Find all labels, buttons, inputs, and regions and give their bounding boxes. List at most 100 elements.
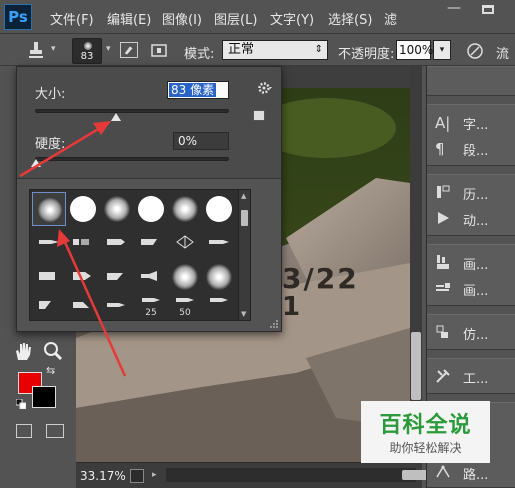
clone-stamp-tool-icon[interactable]: [26, 40, 46, 60]
updown-chevron-icon: ⇕: [314, 44, 323, 55]
brush-tip-icon: [73, 239, 89, 245]
zoom-level[interactable]: 33.17%: [80, 469, 126, 483]
brush-preset-tip[interactable]: [100, 226, 134, 260]
status-bar: 33.17% ▸: [76, 462, 440, 488]
brush-panel-icon: [437, 255, 449, 269]
panel-actions[interactable]: 动...: [427, 207, 515, 229]
pressure-opacity-icon[interactable]: [465, 41, 485, 61]
brush-size-label: 50: [179, 308, 191, 318]
scroll-down-icon[interactable]: ▼: [241, 310, 246, 318]
background-color-swatch[interactable]: [32, 386, 56, 408]
brush-preset-soft-round[interactable]: [32, 192, 66, 226]
preset-grid-scrollbar[interactable]: ▲ ▼: [239, 189, 251, 321]
gear-icon[interactable]: [257, 80, 273, 96]
brush-tip-icon: [39, 272, 55, 280]
brush-tip-icon: [107, 273, 123, 280]
swap-colors-icon[interactable]: ⇆: [46, 364, 55, 377]
brush-preset-soft-round-2[interactable]: [100, 192, 134, 226]
watermark-logo: 百科全说 助你轻松解决: [361, 401, 490, 463]
toggle-clone-source-panel-icon[interactable]: [150, 42, 168, 58]
menu-image[interactable]: 图像(I): [162, 9, 202, 28]
maximize-button[interactable]: [474, 0, 502, 20]
brush-preset-tip[interactable]: [66, 294, 100, 320]
vertical-scroll-thumb[interactable]: [411, 332, 421, 400]
soft-round-brush-swatch: [206, 264, 232, 290]
horizontal-scrollbar[interactable]: [166, 468, 440, 482]
brush-preset-tip[interactable]: [202, 226, 236, 260]
panel-paragraph[interactable]: ¶ 段...: [427, 137, 515, 159]
menu-select[interactable]: 选择(S): [328, 9, 372, 28]
brush-tip-icon: [73, 272, 91, 280]
blend-mode-select[interactable]: 正常 ⇕: [222, 40, 328, 60]
opacity-input[interactable]: 100%: [396, 40, 433, 60]
panel-brush[interactable]: 画...: [427, 251, 515, 273]
size-slider-track[interactable]: [35, 109, 229, 113]
brush-preset-soft-round-5[interactable]: [202, 260, 236, 294]
size-input[interactable]: 83 像素: [167, 81, 229, 99]
dock-group-tools: 工...: [427, 358, 515, 394]
brush-preset-tip[interactable]: [100, 260, 134, 294]
brush-preset-tip[interactable]: [202, 294, 236, 320]
brush-preset-tip[interactable]: [66, 260, 100, 294]
menu-file[interactable]: 文件(F): [50, 9, 94, 28]
watermark-title: 百科全说: [379, 413, 472, 438]
hardness-slider-track[interactable]: [35, 157, 229, 161]
brush-preset-tip[interactable]: [32, 294, 66, 320]
tool-preset-dropdown-icon[interactable]: ▾: [51, 44, 56, 54]
document-info-icon[interactable]: [130, 469, 144, 483]
size-slider-thumb[interactable]: [111, 113, 122, 121]
brush-preset-tip[interactable]: [100, 294, 134, 320]
hard-round-brush-swatch: [70, 196, 96, 222]
panel-clone-source[interactable]: 仿...: [427, 321, 515, 343]
opacity-dropdown-button[interactable]: ▾: [433, 40, 451, 60]
new-preset-icon[interactable]: [253, 110, 265, 121]
default-colors-icon[interactable]: [16, 399, 26, 409]
panel-paths[interactable]: 路...: [427, 461, 515, 483]
minimize-button[interactable]: —: [440, 0, 468, 20]
brush-preset-soft-round-3[interactable]: [168, 192, 202, 226]
brush-picker-dropdown-icon[interactable]: ▾: [106, 44, 111, 54]
hand-tool-icon[interactable]: [12, 340, 34, 362]
status-menu-arrow-icon[interactable]: ▸: [152, 470, 157, 480]
brush-preset-tip[interactable]: [134, 226, 168, 260]
brush-tip-icon: [39, 240, 59, 244]
actions-icon: [438, 212, 449, 224]
brush-preset-tip[interactable]: [168, 226, 202, 260]
panel-tool-presets[interactable]: 工...: [427, 365, 515, 387]
brush-preset-25[interactable]: 25: [134, 294, 168, 320]
panel-history[interactable]: 历...: [427, 181, 515, 203]
brush-preset-hard-round-3[interactable]: [202, 192, 236, 226]
hardness-slider-thumb[interactable]: [31, 159, 41, 167]
brush-preset-tip[interactable]: [32, 226, 66, 260]
brush-preset-tip[interactable]: [134, 260, 168, 294]
dock-group-text: A| 字... ¶ 段...: [427, 104, 515, 166]
brush-preset-soft-round-4[interactable]: [168, 260, 202, 294]
tool-presets-icon: [436, 369, 450, 383]
menu-type[interactable]: 文字(Y): [270, 9, 314, 28]
scroll-up-icon[interactable]: ▲: [241, 192, 246, 200]
menu-edit[interactable]: 编辑(E): [107, 9, 151, 28]
panel-character[interactable]: A| 字...: [427, 111, 515, 133]
brush-preset-hard-round-2[interactable]: [134, 192, 168, 226]
brush-preset-hard-round[interactable]: [66, 192, 100, 226]
panel-label: 工...: [463, 372, 489, 387]
menu-filter[interactable]: 滤: [384, 9, 397, 28]
panel-label: 动...: [463, 214, 489, 229]
preset-grid-scroll-thumb[interactable]: [241, 210, 248, 226]
quick-mask-icon[interactable]: [16, 424, 32, 438]
resize-grip-icon[interactable]: [269, 319, 279, 329]
toggle-brush-panel-icon[interactable]: [120, 42, 138, 58]
zoom-tool-icon[interactable]: [42, 340, 64, 362]
brush-preset-tip[interactable]: [32, 260, 66, 294]
menu-layer[interactable]: 图层(L): [214, 9, 257, 28]
brush-size-number: 83: [80, 51, 94, 62]
brush-tip-icon: [176, 298, 194, 302]
panel-brush-presets[interactable]: 画...: [427, 277, 515, 299]
hardness-input[interactable]: 0%: [173, 132, 229, 150]
brush-preset-picker[interactable]: 83: [72, 38, 102, 64]
screen-mode-icon[interactable]: [46, 424, 64, 438]
soft-round-brush-swatch: [104, 196, 130, 222]
photoshop-logo: Ps: [4, 4, 32, 30]
brush-preset-50[interactable]: 50: [168, 294, 202, 320]
brush-preset-tip[interactable]: [66, 226, 100, 260]
